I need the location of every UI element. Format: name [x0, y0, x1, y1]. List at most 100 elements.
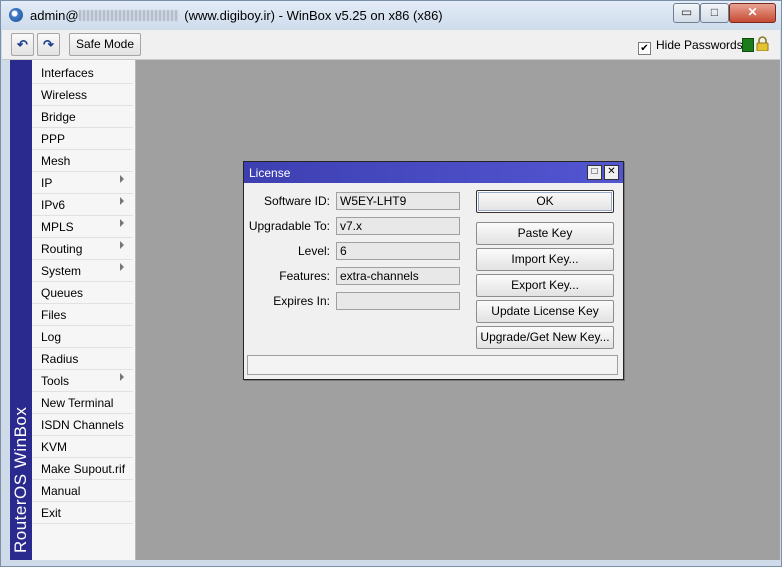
upgradable-to-value: v7.x [340, 219, 363, 233]
sidebar-item-mpls[interactable]: MPLS [32, 216, 133, 238]
sidebar-item-wireless[interactable]: Wireless [32, 84, 133, 106]
sidebar-item-system[interactable]: System [32, 260, 133, 282]
connection-status-indicator [742, 38, 754, 52]
dialog-close-button[interactable]: ✕ [604, 165, 619, 180]
hide-passwords-checkbox[interactable]: ✔ [638, 42, 651, 55]
sidebar-item-label: Exit [41, 506, 62, 520]
import-key-label: Import Key... [511, 252, 579, 266]
update-license-key-button[interactable]: Update License Key [476, 300, 614, 323]
expires-in-field [336, 292, 460, 310]
dialog-status-bar [247, 355, 618, 375]
ok-button[interactable]: OK [476, 190, 614, 213]
paste-key-label: Paste Key [517, 226, 573, 240]
safe-mode-button[interactable]: Safe Mode [69, 33, 141, 56]
sidebar-item-routing[interactable]: Routing [32, 238, 133, 260]
sidebar-item-kvm[interactable]: KVM [32, 436, 133, 458]
sidebar-item-label: Radius [41, 352, 79, 366]
sidebar-item-label: Files [41, 308, 67, 322]
sidebar-item-manual[interactable]: Manual [32, 480, 133, 502]
sidebar-item-mesh[interactable]: Mesh [32, 150, 133, 172]
sidebar-item-label: Make Supout.rif [41, 462, 126, 476]
title-bar[interactable]: admin@ (www.digiboy.ir) - WinBox v5.25 o… [1, 1, 781, 29]
upgradable-to-field: v7.x [336, 217, 460, 235]
level-label: Level: [297, 244, 330, 258]
sidebar-item-label: Log [41, 330, 62, 344]
sidebar-item-tools[interactable]: Tools [32, 370, 133, 392]
upgrade-get-new-key-label: Upgrade/Get New Key... [480, 330, 610, 344]
level-value: 6 [340, 244, 347, 258]
export-key-button[interactable]: Export Key... [476, 274, 614, 297]
ok-label: OK [536, 194, 554, 208]
sidebar-item-make-supout[interactable]: Make Supout.rif [32, 458, 133, 480]
license-dialog-titlebar[interactable]: License □ ✕ [244, 162, 623, 183]
sidebar-item-label: New Terminal [41, 396, 114, 410]
sidebar-item-bridge[interactable]: Bridge [32, 106, 133, 128]
sidebar-item-exit[interactable]: Exit [32, 502, 133, 524]
license-dialog: License □ ✕ Software ID: W5EY-LHT9 Upgra… [243, 161, 624, 380]
sidebar-item-new-terminal[interactable]: New Terminal [32, 392, 133, 414]
sidebar-item-label: Wireless [41, 88, 88, 102]
license-dialog-title: License [249, 166, 291, 180]
software-id-label: Software ID: [263, 194, 330, 208]
paste-key-button[interactable]: Paste Key [476, 222, 614, 245]
sidebar-item-label: Tools [41, 374, 70, 388]
features-field: extra-channels [336, 267, 460, 285]
software-id-value: W5EY-LHT9 [340, 194, 407, 208]
submenu-arrow-icon [120, 219, 124, 227]
sidebar-item-log[interactable]: Log [32, 326, 133, 348]
hide-passwords-label: Hide Passwords [656, 38, 743, 52]
safe-mode-label: Safe Mode [75, 37, 135, 51]
submenu-arrow-icon [120, 175, 124, 183]
submenu-arrow-icon [120, 241, 124, 249]
sidebar-item-files[interactable]: Files [32, 304, 133, 326]
export-key-label: Export Key... [511, 278, 579, 292]
close-icon: ✕ [607, 166, 616, 177]
upgrade-get-new-key-button[interactable]: Upgrade/Get New Key... [476, 326, 614, 349]
maximize-icon: □ [710, 5, 719, 19]
sidebar-item-label: Routing [41, 242, 83, 256]
window-title: admin@ (www.digiboy.ir) - WinBox v5.25 o… [30, 8, 443, 23]
sidebar-item-interfaces[interactable]: Interfaces [32, 62, 133, 84]
sidebar-item-label: System [41, 264, 82, 278]
submenu-arrow-icon [120, 197, 124, 205]
sidebar-item-label: Interfaces [41, 66, 94, 80]
restore-icon: □ [591, 166, 598, 177]
brand-label: RouterOS WinBox [11, 406, 30, 553]
upgradable-to-label: Upgradable To: [248, 219, 330, 233]
sidebar-item-isdn-channels[interactable]: ISDN Channels [32, 414, 133, 436]
lock-icon [756, 36, 769, 51]
import-key-button[interactable]: Import Key... [476, 248, 614, 271]
undo-icon: ↶ [17, 37, 28, 52]
level-field: 6 [336, 242, 460, 260]
title-user: admin@ [30, 8, 79, 23]
undo-button[interactable]: ↶ [11, 33, 34, 56]
features-value: extra-channels [340, 269, 419, 283]
sidebar-item-ipv6[interactable]: IPv6 [32, 194, 133, 216]
sidebar-item-label: Mesh [41, 154, 71, 168]
hide-passwords-toggle[interactable]: ✔ Hide Passwords [638, 38, 743, 55]
sidebar-item-queues[interactable]: Queues [32, 282, 133, 304]
software-id-field: W5EY-LHT9 [336, 192, 460, 210]
sidebar-item-label: KVM [41, 440, 68, 454]
sidebar-item-ppp[interactable]: PPP [32, 128, 133, 150]
redacted-address [78, 10, 179, 21]
update-license-key-label: Update License Key [491, 304, 599, 318]
dialog-restore-button[interactable]: □ [587, 165, 602, 180]
sidebar-item-label: IP [41, 176, 53, 190]
sidebar-item-radius[interactable]: Radius [32, 348, 133, 370]
close-icon: ✕ [747, 5, 758, 19]
sidebar-item-label: ISDN Channels [41, 418, 124, 432]
sidebar-item-label: Manual [41, 484, 81, 498]
sidebar-item-ip[interactable]: IP [32, 172, 133, 194]
redo-button[interactable]: ↷ [37, 33, 60, 56]
toolbar: ↶ ↷ Safe Mode ✔ Hide Passwords [2, 30, 780, 60]
features-label: Features: [279, 269, 330, 283]
submenu-arrow-icon [120, 263, 124, 271]
close-button[interactable]: ✕ [729, 3, 776, 23]
title-rest: (www.digiboy.ir) - WinBox v5.25 on x86 (… [184, 8, 443, 23]
expires-in-label: Expires In: [273, 294, 330, 308]
minimize-button[interactable]: ▭ [673, 3, 700, 23]
maximize-button[interactable]: □ [700, 3, 729, 23]
sidebar-item-label: Bridge [41, 110, 76, 124]
winbox-app-icon [9, 8, 23, 22]
